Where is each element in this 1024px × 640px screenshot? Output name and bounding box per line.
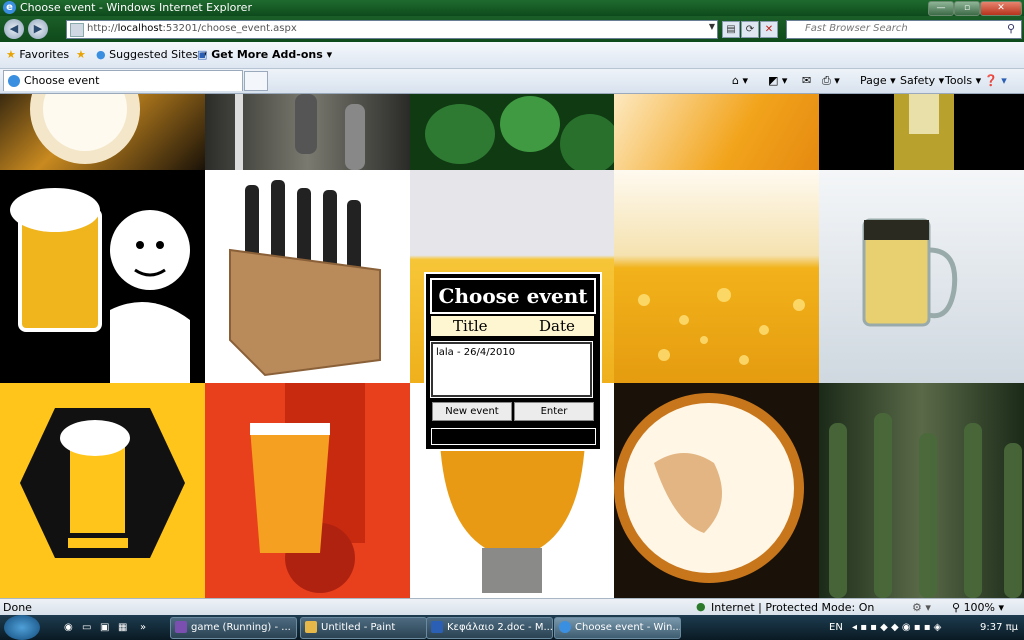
panel-title: Choose event <box>430 278 596 314</box>
add-favorite-icon[interactable]: ★ <box>76 48 86 61</box>
address-url: http://localhost:53201/choose_event.aspx <box>87 23 297 34</box>
search-box[interactable]: Fast Browser Search ⚲ <box>786 20 1022 39</box>
clock[interactable]: 9:37 πμ <box>980 615 1018 640</box>
column-title-label: Title <box>453 317 488 335</box>
windows-taskbar: ◉ ▭ ▣ ▦ » game (Running) - ... Untitled … <box>0 615 1024 640</box>
word-icon <box>431 621 443 633</box>
tray-icons[interactable]: ◂ ▪ ▪ ◆ ◆ ◉ ▪ ▪ ◈ <box>852 615 941 640</box>
page-content: Choose event Title Date lala - 26/4/2010… <box>0 94 1024 598</box>
new-tab-button[interactable] <box>244 71 268 91</box>
language-indicator[interactable]: EN <box>829 615 843 640</box>
beer-mug-top-image <box>0 94 205 170</box>
tab-ie-icon <box>8 75 20 87</box>
tab-choose-event[interactable]: Choose event <box>3 70 243 91</box>
quick-launch-more-icon[interactable]: » <box>140 615 146 640</box>
favorites-button[interactable]: ★ Favorites <box>6 48 69 61</box>
feeds-icon[interactable]: ◩ ▾ <box>768 74 787 87</box>
window-title: Choose event - Windows Internet Explorer <box>20 1 252 14</box>
event-list-header: Title Date <box>431 316 594 336</box>
compatibility-view-icon[interactable]: ▤ <box>722 21 740 38</box>
home-icon[interactable]: ⌂ ▾ <box>732 74 748 87</box>
search-icon[interactable]: ⚲ <box>1007 22 1015 35</box>
suggested-sites-button[interactable]: ● Suggested Sites ▾ <box>96 48 207 61</box>
beer-mug-image <box>819 170 1024 383</box>
minimize-button[interactable]: — <box>928 1 954 16</box>
column-date-label: Date <box>539 317 575 335</box>
address-toolbar: ◀ ▶ http://localhost:53201/choose_event.… <box>0 16 1024 42</box>
beer-poster-red-image <box>205 383 410 598</box>
favorites-star-icon: ★ <box>6 48 16 61</box>
quick-launch-desktop-icon[interactable]: ▭ <box>82 615 91 640</box>
quick-launch-switch-icon[interactable]: ▣ <box>100 615 109 640</box>
protected-mode-icon[interactable]: ⚙ ▾ <box>912 601 931 614</box>
green-bottles-image <box>410 94 614 170</box>
address-bar[interactable]: http://localhost:53201/choose_event.aspx… <box>66 20 718 39</box>
back-button[interactable]: ◀ <box>4 19 24 39</box>
bottles-rack-image <box>205 94 410 170</box>
globe-icon: ● <box>696 600 706 613</box>
vs-icon <box>175 621 187 633</box>
favorites-bar: ★ Favorites ★ ● Suggested Sites ▾ ▣ Get … <box>0 42 1024 69</box>
beer-bubbles-image <box>614 170 819 383</box>
beer-logo-yellow-image <box>0 383 205 598</box>
event-listbox[interactable]: lala - 26/4/2010 <box>431 342 592 397</box>
stop-icon[interactable]: ✕ <box>760 21 778 38</box>
page-icon <box>70 23 84 37</box>
start-button[interactable] <box>4 615 40 640</box>
taskbar-item-paint[interactable]: Untitled - Paint <box>300 617 427 639</box>
panel-footer <box>431 428 596 445</box>
zoom-control[interactable]: ⚲ 100% ▾ <box>952 601 1004 614</box>
maximize-button[interactable]: ▫ <box>954 1 980 16</box>
print-icon[interactable]: ⎙ ▾ <box>822 74 840 88</box>
cartoon-man-beer-image <box>0 170 205 383</box>
address-dropdown-icon[interactable]: ▼ <box>709 22 715 31</box>
beer-foam-image <box>614 94 819 170</box>
ie-icon <box>559 621 571 633</box>
status-bar: Done ● Internet | Protected Mode: On ⚙ ▾… <box>0 598 1024 616</box>
refresh-icon[interactable]: ⟳ <box>741 21 759 38</box>
safety-menu[interactable]: Safety ▾ <box>900 74 944 87</box>
tools-menu[interactable]: Tools ▾ <box>945 74 981 87</box>
taskbar-item-game[interactable]: game (Running) - ... <box>170 617 297 639</box>
bottles-row-image <box>819 383 1024 598</box>
addons-icon: ▣ <box>197 48 208 61</box>
tab-bar: Choose event ⌂ ▾ ◩ ▾ ✉ ⎙ ▾ Page ▾ Safety… <box>0 69 1024 94</box>
quick-launch-ie-icon[interactable]: ◉ <box>64 615 73 640</box>
bottle-crate-image <box>205 170 410 383</box>
close-button[interactable]: ✕ <box>980 1 1022 16</box>
enter-button[interactable]: Enter <box>514 402 594 421</box>
help-icon[interactable]: ❓ ▾ <box>984 74 1007 87</box>
addons-button[interactable]: ▣ Get More Add-ons ▾ <box>197 48 332 61</box>
choose-event-panel: Choose event Title Date lala - 26/4/2010… <box>424 272 602 451</box>
suggested-sites-icon: ● <box>96 48 106 61</box>
beer-map-foam-image <box>614 383 819 598</box>
paint-icon <box>305 621 317 633</box>
tab-label: Choose event <box>24 74 100 87</box>
status-text: Done <box>3 601 32 614</box>
new-event-button[interactable]: New event <box>432 402 512 421</box>
security-zone[interactable]: Internet | Protected Mode: On <box>711 601 874 614</box>
page-menu[interactable]: Page ▾ <box>860 74 896 87</box>
window-title-bar: e Choose event - Windows Internet Explor… <box>0 0 1024 16</box>
mail-icon[interactable]: ✉ <box>802 74 811 87</box>
ie-logo-icon: e <box>3 1 16 14</box>
forward-button[interactable]: ▶ <box>28 19 48 39</box>
taskbar-item-word[interactable]: Κεφάλαιο 2.doc - M... <box>426 617 553 639</box>
search-placeholder: Fast Browser Search <box>805 23 908 34</box>
list-item[interactable]: lala - 26/4/2010 <box>436 347 515 358</box>
taskbar-item-ie[interactable]: Choose event - Win... <box>554 617 681 639</box>
quick-launch-app-icon[interactable]: ▦ <box>118 615 127 640</box>
beer-glass-dark-image <box>819 94 1024 170</box>
